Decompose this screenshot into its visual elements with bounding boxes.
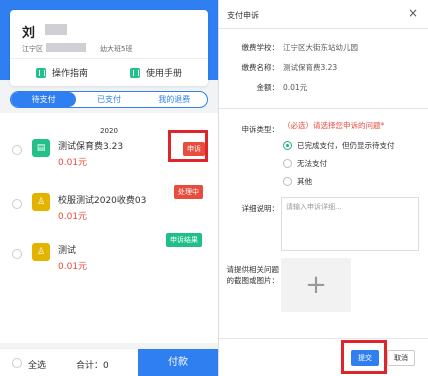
- redacted-name: [45, 24, 67, 35]
- detail-label: 详细说明：: [241, 204, 280, 213]
- amount-value: 0.01元: [283, 83, 308, 92]
- plus-icon: +: [305, 270, 327, 300]
- detail-textarea[interactable]: 请输入申诉详细...: [281, 197, 419, 251]
- item-amount: 0.01元: [58, 262, 88, 272]
- school-value: 江宁区大街东站幼儿园: [283, 43, 358, 52]
- tab-paid[interactable]: 已支付: [76, 92, 141, 107]
- item-radio[interactable]: [12, 199, 22, 209]
- guide-icon: [36, 67, 46, 78]
- appeal-dialog: 支付申诉 × 缴费学校： 江宁区大街东站幼儿园 缴费名称： 测试保育费3.23 …: [218, 0, 428, 376]
- option-label: 已完成支付，但仍显示待支付: [297, 141, 395, 150]
- fee-icon: ▤: [32, 139, 50, 157]
- type-hint: （必选）请选择您申诉的问题*: [283, 121, 385, 130]
- divider: [10, 58, 208, 59]
- item-name: 测试: [58, 246, 77, 256]
- fee-value: 测试保育费3.23: [283, 63, 338, 72]
- image-label: 请提供相关问题的截图或图片：: [226, 265, 280, 285]
- book-icon: [130, 67, 140, 78]
- tab-refund[interactable]: 我的退费: [142, 92, 207, 107]
- fee-label: 缴费名称：: [241, 63, 280, 72]
- highlight-box: [168, 130, 208, 162]
- result-badge[interactable]: 申诉结果: [166, 233, 202, 247]
- item-amount: 0.01元: [58, 212, 88, 222]
- school-name: 江宁区: [22, 45, 43, 53]
- divider: [219, 28, 428, 29]
- cancel-button[interactable]: 取消: [387, 350, 415, 366]
- school-label: 缴费学校：: [241, 43, 280, 52]
- list-item[interactable]: ♙ 测试 0.01元 申诉结果: [0, 229, 218, 279]
- fee-list: 2020 ▤ 测试保育费3.23 0.01元 申诉 ♙ 校服测试2020收费03…: [0, 113, 218, 343]
- upload-image-button[interactable]: +: [281, 258, 351, 312]
- option-cannot-pay[interactable]: 无法支付: [283, 158, 327, 169]
- fee-icon: ♙: [32, 193, 50, 211]
- pay-footer: 全选 合计：0 付款: [0, 348, 218, 376]
- manual-label: 使用手册: [146, 69, 183, 79]
- option-paid[interactable]: 已完成支付，但仍显示待支付: [283, 140, 395, 151]
- pay-button[interactable]: 付款: [138, 349, 218, 376]
- guide-button[interactable]: 操作指南: [36, 66, 88, 79]
- option-other[interactable]: 其他: [283, 176, 312, 187]
- redacted-school: [46, 43, 86, 52]
- total-amount: 合计：0: [76, 361, 109, 371]
- user-card: 刘 江宁区 幼大班5班 操作指南 使用手册: [10, 10, 208, 86]
- tab-unpaid[interactable]: 待支付: [11, 92, 77, 107]
- option-label: 其他: [297, 177, 312, 186]
- option-label: 无法支付: [297, 159, 327, 168]
- amount-label: 金额：: [256, 83, 280, 92]
- radio-unselected[interactable]: [283, 159, 292, 168]
- payment-tabs: 待支付 已支付 我的退费: [10, 91, 208, 108]
- radio-selected[interactable]: [283, 141, 292, 150]
- item-name: 校服测试2020收费03: [58, 196, 147, 206]
- highlight-box: [341, 340, 387, 374]
- type-label: 申诉类型：: [241, 125, 280, 134]
- user-name: 刘: [22, 26, 36, 41]
- item-name: 测试保育费3.23: [58, 142, 124, 152]
- divider: [219, 338, 428, 339]
- divider: [219, 108, 428, 109]
- processing-badge[interactable]: 处理中: [174, 185, 203, 199]
- close-icon[interactable]: ×: [408, 6, 418, 20]
- radio-unselected[interactable]: [283, 177, 292, 186]
- select-all-label[interactable]: 全选: [28, 358, 46, 371]
- fee-list-panel: 刘 江宁区 幼大班5班 操作指南 使用手册 待支付 已支付 我的退费 2020 …: [0, 0, 218, 376]
- guide-label: 操作指南: [52, 69, 89, 79]
- manual-button[interactable]: 使用手册: [130, 66, 182, 79]
- fee-icon: ♙: [32, 243, 50, 261]
- select-all-radio[interactable]: [12, 358, 22, 368]
- item-radio[interactable]: [12, 145, 22, 155]
- item-amount: 0.01元: [58, 158, 88, 168]
- list-item[interactable]: ♙ 校服测试2020收费03 0.01元 处理中: [0, 179, 218, 229]
- class-name: 幼大班5班: [100, 45, 133, 53]
- item-radio[interactable]: [12, 249, 22, 259]
- dialog-title: 支付申诉: [227, 11, 259, 20]
